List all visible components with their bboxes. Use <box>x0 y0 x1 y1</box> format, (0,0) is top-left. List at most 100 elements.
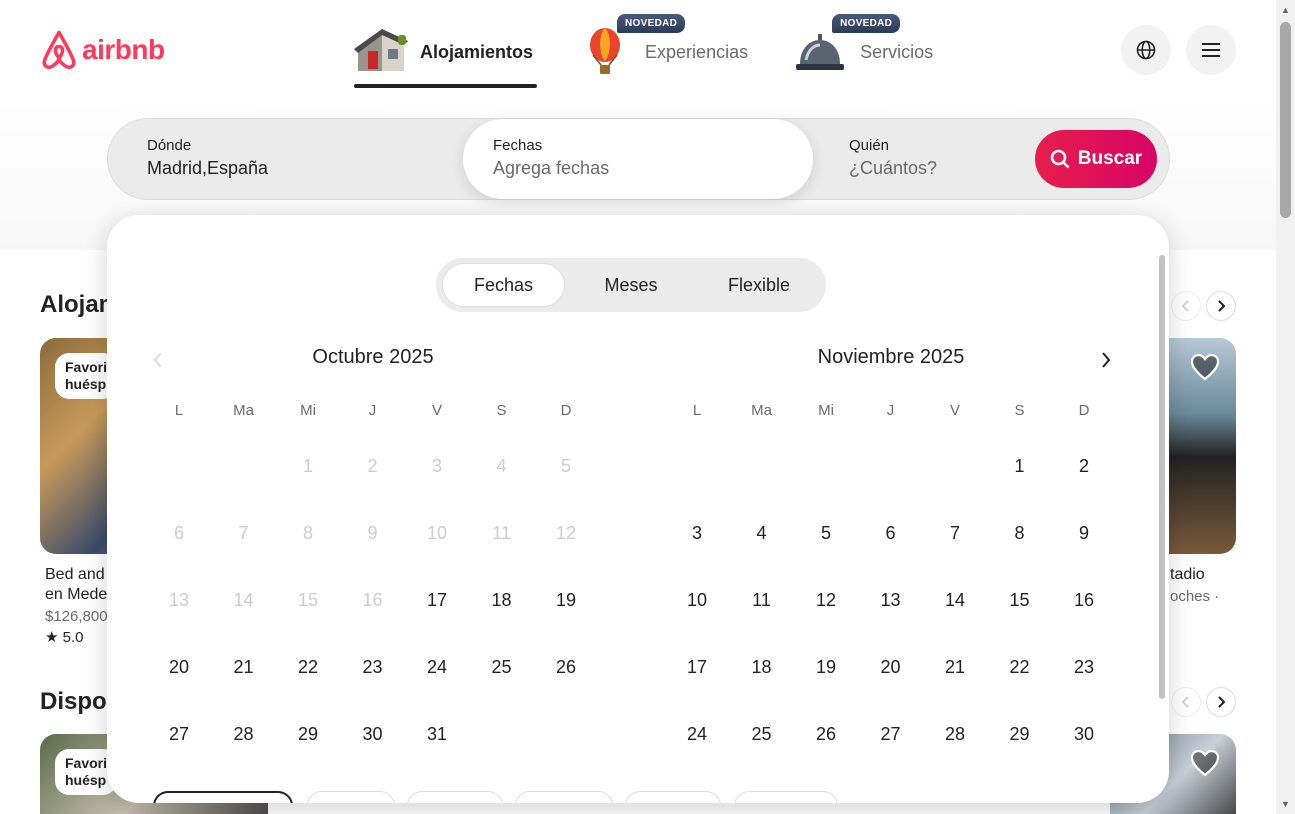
scroll-thumb[interactable] <box>1280 22 1291 218</box>
calendar-day: 9 <box>367 522 378 543</box>
who-label: Quién <box>849 137 890 154</box>
calendar-day[interactable]: 4 <box>737 508 787 558</box>
heart-icon[interactable] <box>1190 749 1220 777</box>
weekday-label: L <box>174 402 184 419</box>
calendar-day[interactable]: 17 <box>412 575 462 625</box>
search-button[interactable]: Buscar <box>1035 130 1157 188</box>
calendar-day[interactable]: 29 <box>283 709 333 759</box>
calendar-day: 5 <box>560 455 571 476</box>
next-arrow-button[interactable] <box>1206 291 1236 321</box>
calendar-day[interactable]: 10 <box>672 575 722 625</box>
calendar-day[interactable]: 30 <box>1059 709 1109 759</box>
flex-option-pill[interactable] <box>307 791 395 803</box>
weekday-label: Mi <box>300 402 316 419</box>
calendar-day[interactable]: 27 <box>154 709 204 759</box>
calendar-day[interactable]: 14 <box>930 575 980 625</box>
prev-arrow-button[interactable] <box>1171 291 1201 321</box>
badge-line: huésp <box>65 376 107 392</box>
calendar-day[interactable]: 6 <box>866 508 916 558</box>
calendar-day[interactable]: 27 <box>866 709 916 759</box>
calendar-day[interactable]: 15 <box>995 575 1045 625</box>
mode-meses[interactable]: Meses <box>569 263 693 307</box>
search-icon <box>1050 149 1070 169</box>
airbnb-logo[interactable]: airbnb <box>40 30 165 70</box>
calendar-day[interactable]: 20 <box>866 642 916 692</box>
listing-price: $126,800 <box>45 608 108 625</box>
heart-icon[interactable] <box>1190 353 1220 381</box>
calendar-day[interactable]: 7 <box>930 508 980 558</box>
calendar-day[interactable]: 24 <box>672 709 722 759</box>
flex-option-pill[interactable] <box>515 791 613 803</box>
calendar-day[interactable]: 1 <box>995 441 1045 491</box>
weekday-label: D <box>1078 402 1090 419</box>
calendar-day[interactable]: 13 <box>866 575 916 625</box>
hamburger-icon <box>1202 43 1220 57</box>
calendar-day[interactable]: 23 <box>348 642 398 692</box>
where-field[interactable]: Dónde Madrid,España <box>108 119 463 199</box>
calendar-day[interactable]: 11 <box>737 575 787 625</box>
calendar-day[interactable]: 19 <box>541 575 591 625</box>
airbnb-logo-icon <box>42 30 76 69</box>
flex-option-pill[interactable] <box>153 791 293 803</box>
calendar-day[interactable]: 18 <box>477 575 527 625</box>
calendar-day[interactable]: 28 <box>219 709 269 759</box>
scroll-up-icon[interactable]: ▲ <box>1280 4 1291 16</box>
calendar-day: 3 <box>431 455 442 476</box>
calendar-day[interactable]: 3 <box>672 508 722 558</box>
calendar-day[interactable]: 22 <box>995 642 1045 692</box>
calendar-day[interactable]: 12 <box>801 575 851 625</box>
calendar-day[interactable]: 19 <box>801 642 851 692</box>
calendar-day[interactable]: 25 <box>737 709 787 759</box>
calendar-day[interactable]: 5 <box>801 508 851 558</box>
calendar-day[interactable]: 25 <box>477 642 527 692</box>
calendar-day: 11 <box>492 522 511 543</box>
calendar-day[interactable]: 21 <box>930 642 980 692</box>
calendar-day[interactable]: 28 <box>930 709 980 759</box>
tab-label: Experiencias <box>645 41 749 62</box>
tab-alojamientos[interactable]: Alojamientos <box>352 22 538 88</box>
dates-field[interactable]: Fechas Agrega fechas <box>463 119 813 199</box>
mode-flexible[interactable]: Flexible <box>697 263 821 307</box>
calendar-day[interactable]: 2 <box>1059 441 1109 491</box>
weekday-label: J <box>886 402 895 419</box>
calendar-day[interactable]: 22 <box>283 642 333 692</box>
prev-arrow-button[interactable] <box>1171 687 1201 717</box>
calendar-day[interactable]: 18 <box>737 642 787 692</box>
calendar-day[interactable]: 26 <box>541 642 591 692</box>
window-scrollbar[interactable]: ▲ ▼ <box>1276 0 1295 814</box>
tab-servicios[interactable]: NOVEDAD Servicios <box>792 14 933 82</box>
brand-name: airbnb <box>82 34 165 65</box>
calendar-day[interactable]: 24 <box>412 642 462 692</box>
menu-button[interactable] <box>1186 25 1236 75</box>
next-arrow-button[interactable] <box>1206 687 1236 717</box>
weekday-label: V <box>949 402 960 419</box>
calendar-day[interactable]: 26 <box>801 709 851 759</box>
flex-option-pill[interactable] <box>407 791 503 803</box>
dates-placeholder: Agrega fechas <box>493 158 610 178</box>
flex-option-pill[interactable] <box>734 791 838 803</box>
flex-option-pill[interactable] <box>625 791 721 803</box>
calendar-day[interactable]: 8 <box>995 508 1045 558</box>
scroll-down-icon[interactable]: ▼ <box>1280 798 1291 810</box>
calendar-day[interactable]: 17 <box>672 642 722 692</box>
calendar-day[interactable]: 16 <box>1059 575 1109 625</box>
calendar-day[interactable]: 23 <box>1059 642 1109 692</box>
prev-month-button[interactable] <box>143 345 173 375</box>
calendar-day[interactable]: 9 <box>1059 508 1109 558</box>
language-button[interactable] <box>1121 25 1171 75</box>
calendar-day: 1 <box>302 455 313 476</box>
calendar-day[interactable]: 21 <box>219 642 269 692</box>
mode-fechas[interactable]: Fechas <box>442 263 565 307</box>
calendar-day: 14 <box>233 589 254 610</box>
next-month-button[interactable] <box>1091 345 1121 375</box>
section-title-2: Dispor <box>40 688 117 715</box>
tab-experiencias[interactable]: NOVEDAD Experiencias <box>577 14 749 82</box>
calendar-day[interactable]: 30 <box>348 709 398 759</box>
who-field[interactable]: Quién ¿Cuántos? <box>811 119 1031 199</box>
popup-scrollbar[interactable] <box>1159 255 1165 699</box>
calendar-day[interactable]: 29 <box>995 709 1045 759</box>
calendar-day[interactable]: 31 <box>412 709 462 759</box>
where-label: Dónde <box>147 137 192 154</box>
calendar-day[interactable]: 20 <box>154 642 204 692</box>
badge-line: Favori <box>65 755 108 771</box>
